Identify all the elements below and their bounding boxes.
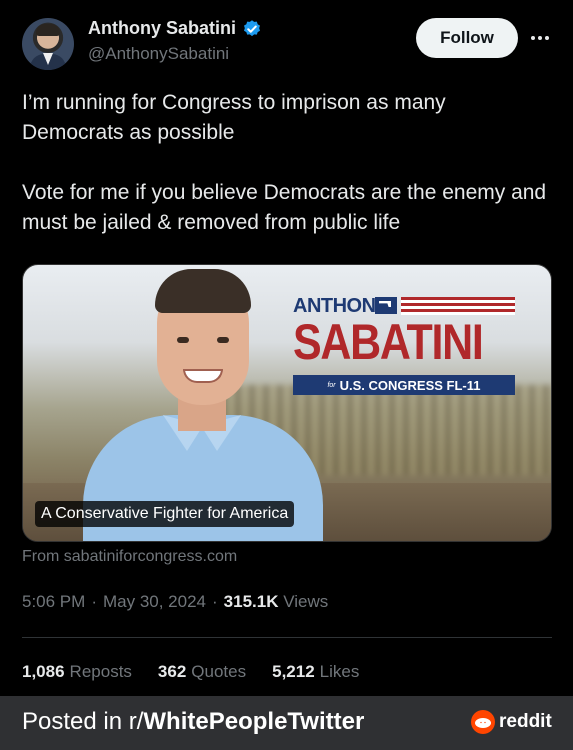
tweet-date[interactable]: May 30, 2024 [103,592,206,612]
logo-for: for [327,381,336,389]
posted-prefix: Posted in r/ [22,708,144,735]
quotes-count: 362 [157,662,187,681]
engagement-stats: 1,086 Reposts 362 Quotes 5,212 Likes [22,662,359,682]
reddit-footer: Posted in r/WhitePeopleTwitter reddit [0,696,573,750]
meta-separator: · [212,592,218,611]
divider [22,637,552,638]
tweet-header: Anthony Sabatini @AnthonySabatini Follow [22,16,552,72]
avatar[interactable] [22,18,74,70]
reddit-logo: reddit [471,710,552,734]
tweet-meta: 5:06 PM · May 30, 2024 · 315.1K Views [22,592,328,612]
posted-in-text: Posted in r/WhitePeopleTwitter [22,708,364,736]
logo-office: U.S. CONGRESS FL-11 [339,377,481,393]
tweet-media-card[interactable]: ANTHONY SABATINI for U.S. CONGRESS FL-11… [22,264,552,542]
reposts-count: 1,086 [22,662,65,681]
views-count: 315.1K [223,592,279,611]
quotes-label: Quotes [191,662,247,681]
logo-last-name: SABATINI [293,314,484,370]
media-caption: A Conservative Fighter for America [35,501,295,527]
author-display-name[interactable]: Anthony Sabatini [88,18,236,39]
reposts-label: Reposts [69,662,132,681]
quotes-stat[interactable]: 362 Quotes [158,662,246,682]
meta-separator: · [91,592,97,611]
logo-office-bar: for U.S. CONGRESS FL-11 [293,375,515,395]
views-label: Views [283,592,329,611]
follow-button[interactable]: Follow [416,18,518,58]
tweet-paragraph-2: Vote for me if you believe Democrats are… [22,181,547,234]
likes-stat[interactable]: 5,212 Likes [272,662,359,682]
tweet-time[interactable]: 5:06 PM [22,592,85,612]
author-name-row[interactable]: Anthony Sabatini [88,18,262,39]
likes-label: Likes [319,662,360,681]
more-horizontal-icon[interactable] [528,26,552,50]
reddit-wordmark: reddit [499,711,552,732]
subreddit-name[interactable]: WhitePeopleTwitter [143,708,364,735]
author-handle[interactable]: @AnthonySabatini [88,44,229,64]
tweet-text: I’m running for Congress to imprison as … [22,88,552,268]
verified-badge-icon [244,19,260,36]
reddit-snoo-icon [471,710,495,734]
tweet-paragraph-1: I’m running for Congress to imprison as … [22,91,446,144]
reposts-stat[interactable]: 1,086 Reposts [22,662,132,682]
campaign-logo: ANTHONY SABATINI for U.S. CONGRESS FL-11 [293,295,515,397]
link-source[interactable]: From sabatiniforcongress.com [22,548,237,566]
florida-icon [375,297,397,314]
likes-count: 5,212 [272,662,315,681]
